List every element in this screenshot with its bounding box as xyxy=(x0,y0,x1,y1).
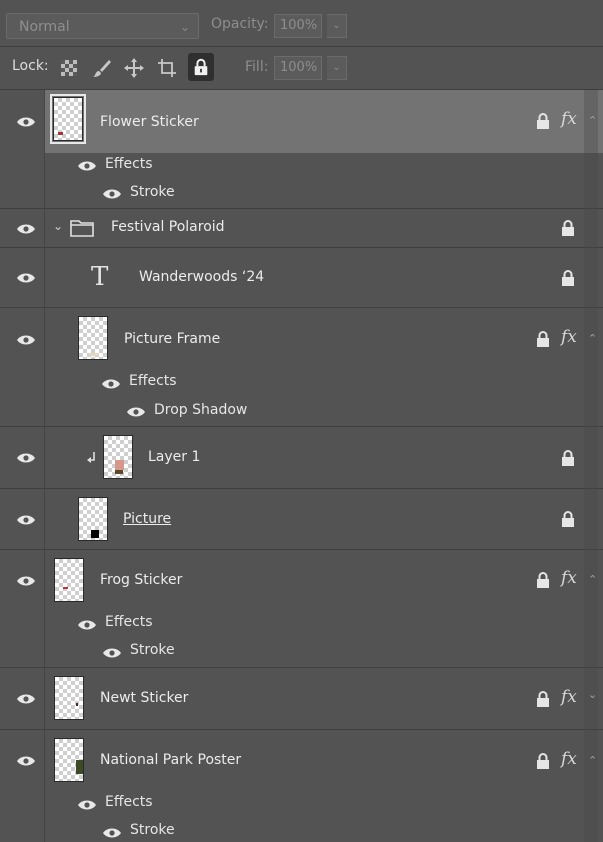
layer-flower-sticker[interactable]: Flower Sticker fx ⌃ Effects Stroke xyxy=(0,90,603,209)
eye-icon[interactable] xyxy=(16,334,36,346)
fill-label: Fill: xyxy=(245,59,269,75)
lock-label: Lock: xyxy=(12,58,49,74)
layer-name[interactable]: Newt Sticker xyxy=(100,690,188,706)
layer-picture-frame[interactable]: Picture Frame fx ⌃ Effects Drop Shadow xyxy=(0,308,603,427)
clipping-mask-arrow-icon xyxy=(87,452,95,463)
thumbnail-mark xyxy=(63,587,68,589)
layer-thumbnail[interactable] xyxy=(54,676,84,720)
type-layer-icon: T xyxy=(91,262,109,292)
layer-effects-fx-icon[interactable]: fx xyxy=(561,568,577,588)
eye-icon[interactable] xyxy=(16,272,36,284)
chevron-down-icon: ⌄ xyxy=(179,20,190,34)
lock-all-icon xyxy=(194,58,208,76)
layer-effects-fx-icon[interactable]: fx xyxy=(561,327,577,347)
lock-bar: Lock: Fill: 100% ⌄ xyxy=(0,47,603,90)
layer-name[interactable]: Festival Polaroid xyxy=(111,219,225,235)
layer-effects-fx-icon[interactable]: fx xyxy=(561,687,577,707)
layer-name[interactable]: Wanderwoods ‘24 xyxy=(139,269,264,285)
lock-transparent-pixels-icon[interactable] xyxy=(59,58,79,78)
layer-thumbnail[interactable] xyxy=(54,738,84,782)
thumbnail-mark xyxy=(115,470,123,474)
scrollbar-track[interactable] xyxy=(584,90,598,842)
eye-icon[interactable] xyxy=(16,755,36,767)
opacity-input[interactable]: 100% xyxy=(274,14,322,38)
layer-national-park-poster[interactable]: National Park Poster fx ⌃ Effects Stroke xyxy=(0,730,603,842)
eye-icon[interactable] xyxy=(126,406,146,418)
layer-name[interactable]: National Park Poster xyxy=(100,752,241,768)
blend-mode-value: Normal xyxy=(19,19,70,35)
layer-picture[interactable]: Picture xyxy=(0,489,603,550)
visibility-column xyxy=(0,550,45,667)
layer-lock-icon xyxy=(537,691,549,707)
layer-lock-icon xyxy=(537,753,549,769)
layer-lock-icon xyxy=(537,572,549,588)
layer-thumbnail[interactable] xyxy=(103,435,133,479)
visibility-column xyxy=(0,730,45,842)
thumbnail-mark xyxy=(76,703,78,706)
layer-lock-icon xyxy=(537,331,549,347)
layer-group-festival-polaroid[interactable]: ⌄ Festival Polaroid xyxy=(0,209,603,248)
opacity-dropdown-button[interactable]: ⌄ xyxy=(327,14,347,38)
eye-icon[interactable] xyxy=(102,188,122,200)
layer-name[interactable]: Flower Sticker xyxy=(100,114,199,130)
layer-thumbnail[interactable] xyxy=(78,497,108,541)
eye-icon[interactable] xyxy=(16,223,36,235)
opacity-label: Opacity: xyxy=(211,16,269,32)
effects-label: Effects xyxy=(105,614,153,630)
effect-name[interactable]: Stroke xyxy=(130,822,175,838)
fill-dropdown-button[interactable]: ⌄ xyxy=(327,56,347,80)
blend-mode-select[interactable]: Normal ⌄ xyxy=(6,13,199,39)
thumbnail-mark xyxy=(91,530,99,538)
thumbnail-mark xyxy=(89,353,99,356)
eye-icon[interactable] xyxy=(16,693,36,705)
layer-newt-sticker[interactable]: Newt Sticker fx ⌄ xyxy=(0,668,603,730)
layer-name[interactable]: Layer 1 xyxy=(148,449,200,465)
eye-icon[interactable] xyxy=(16,575,36,587)
eye-icon[interactable] xyxy=(77,799,97,811)
layer-layer-1[interactable]: Layer 1 xyxy=(0,427,603,489)
thumbnail-mark xyxy=(58,132,63,135)
eye-icon[interactable] xyxy=(16,514,36,526)
visibility-column xyxy=(0,308,45,426)
eye-icon[interactable] xyxy=(77,160,97,172)
layer-effects-fx-icon[interactable]: fx xyxy=(561,749,577,769)
layer-lock-icon xyxy=(537,113,549,129)
layer-thumbnail[interactable] xyxy=(50,94,86,144)
lock-artboard-icon[interactable] xyxy=(157,58,177,78)
lock-all-button[interactable] xyxy=(188,53,214,81)
eye-icon[interactable] xyxy=(102,647,122,659)
eye-icon[interactable] xyxy=(101,378,121,390)
layer-type-wanderwoods[interactable]: T Wanderwoods ‘24 xyxy=(0,248,603,308)
effect-name[interactable]: Stroke xyxy=(130,642,175,658)
folder-icon xyxy=(70,220,94,237)
effect-name[interactable]: Drop Shadow xyxy=(154,402,247,418)
visibility-column xyxy=(0,90,45,208)
layer-lock-icon xyxy=(562,511,574,527)
layer-name[interactable]: Frog Sticker xyxy=(100,572,182,588)
layer-name[interactable]: Picture Frame xyxy=(124,331,220,347)
effects-label: Effects xyxy=(105,156,153,172)
lock-position-icon[interactable] xyxy=(124,58,144,78)
effects-label: Effects xyxy=(105,794,153,810)
thumbnail-mark xyxy=(76,760,83,774)
layer-lock-icon xyxy=(562,450,574,466)
eye-icon[interactable] xyxy=(102,827,122,839)
fill-input[interactable]: 100% xyxy=(274,56,322,80)
layer-effects-fx-icon[interactable]: fx xyxy=(561,109,577,129)
layer-name[interactable]: Picture xyxy=(123,511,171,527)
layer-thumbnail[interactable] xyxy=(78,316,108,360)
eye-icon[interactable] xyxy=(16,116,36,128)
blend-opacity-bar: Normal ⌄ Opacity: 100% ⌄ xyxy=(0,0,603,47)
effect-name[interactable]: Stroke xyxy=(130,184,175,200)
layer-thumbnail[interactable] xyxy=(54,558,84,602)
thumbnail-mark xyxy=(115,460,124,470)
eye-icon[interactable] xyxy=(77,619,97,631)
layer-lock-icon xyxy=(562,270,574,286)
lock-image-pixels-icon[interactable] xyxy=(92,58,112,78)
effects-label: Effects xyxy=(129,373,177,389)
layer-lock-icon xyxy=(562,220,574,236)
layer-frog-sticker[interactable]: Frog Sticker fx ⌃ Effects Stroke xyxy=(0,550,603,668)
eye-icon[interactable] xyxy=(16,452,36,464)
group-expand-chevron-icon[interactable]: ⌄ xyxy=(53,219,63,233)
